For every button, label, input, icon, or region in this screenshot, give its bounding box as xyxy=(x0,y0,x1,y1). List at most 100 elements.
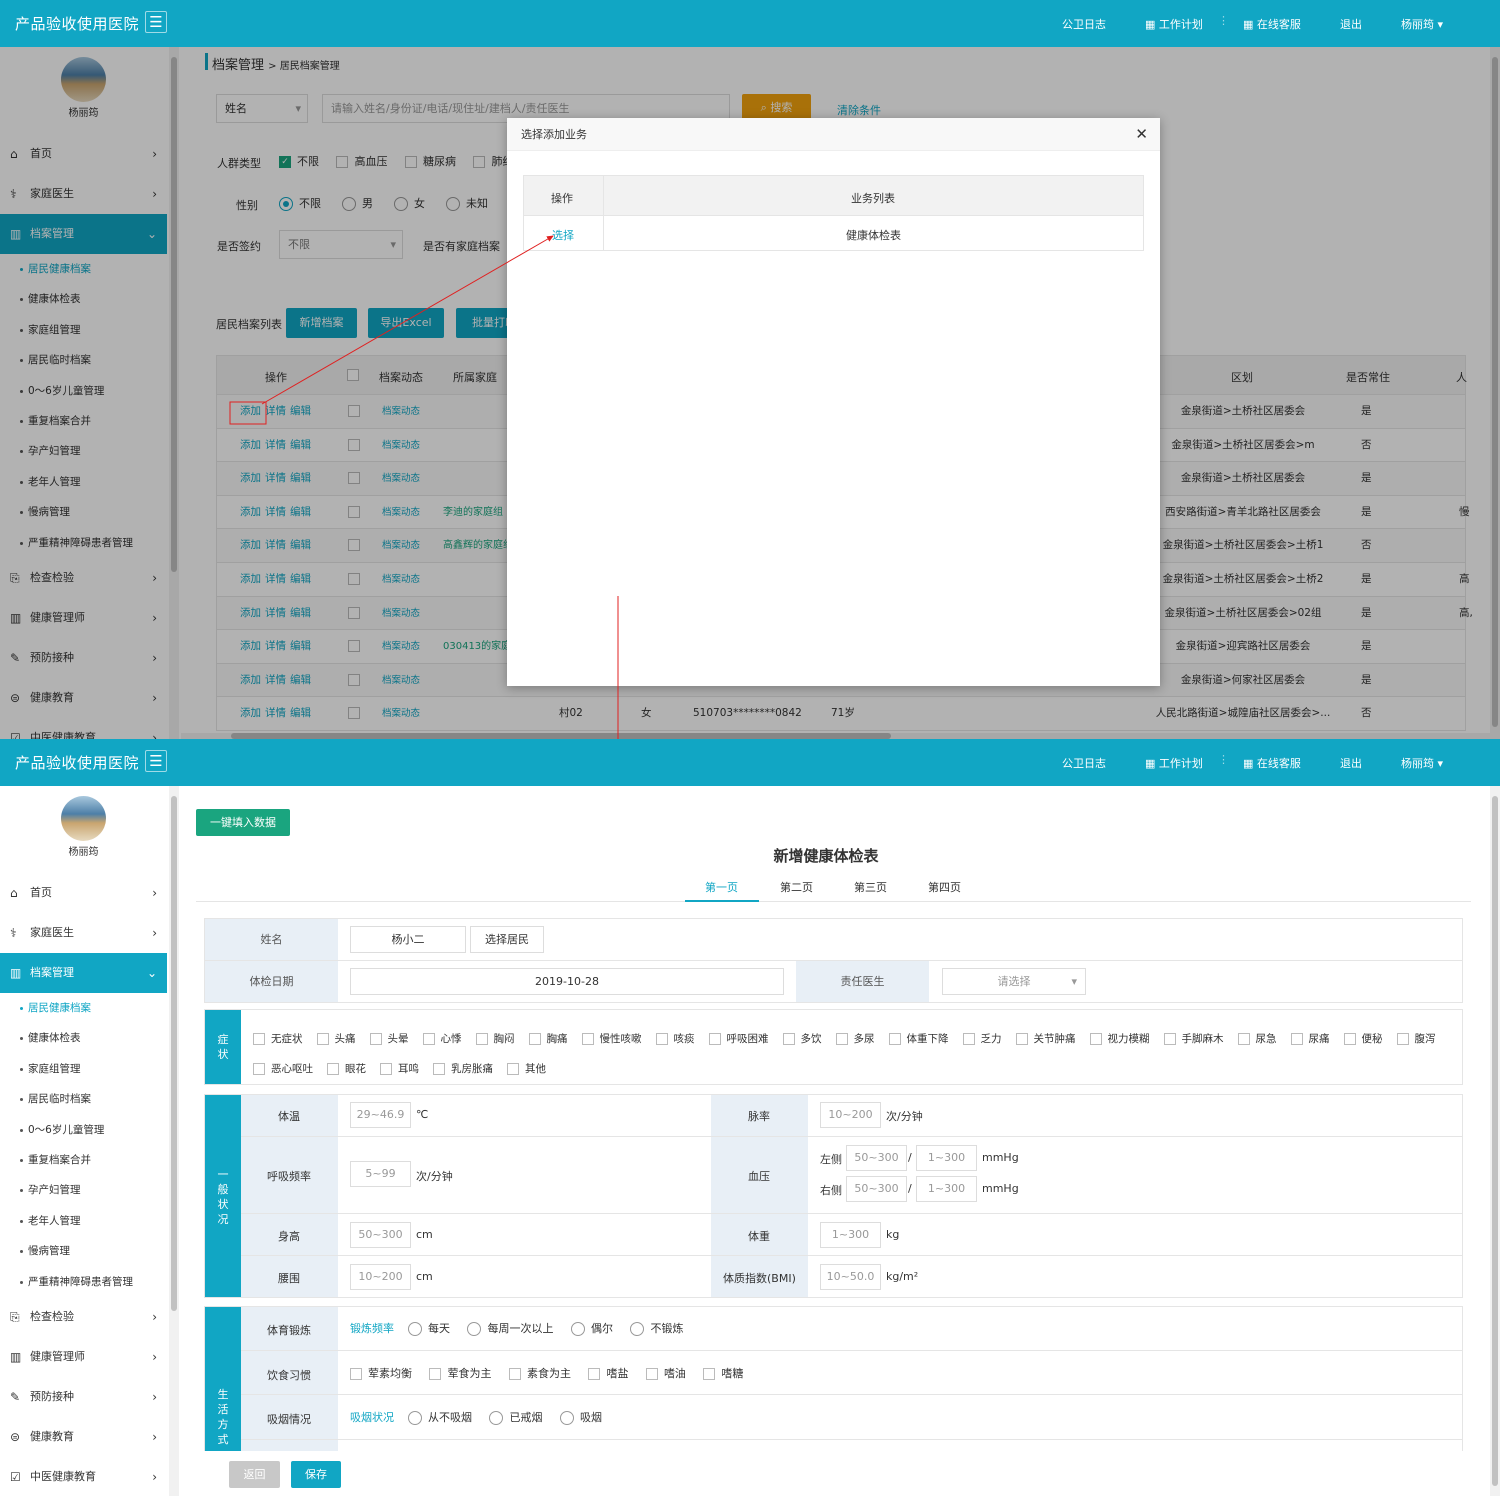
general-section-label: 一般状况 xyxy=(205,1095,241,1297)
nav-sub-health-exam[interactable]: 健康体检表 xyxy=(0,1023,167,1053)
exam-date-field[interactable]: 2019-10-28 xyxy=(350,968,784,995)
nav-item-health-manager[interactable]: ▥ 健康管理师 › xyxy=(0,1337,167,1377)
symptom-option[interactable]: 乏力 xyxy=(962,1024,1002,1054)
symptom-option[interactable]: 乳房胀痛 xyxy=(433,1054,493,1084)
nav-sub-temp-archive[interactable]: 居民临时档案 xyxy=(0,1084,167,1114)
symptom-section-label: 症状 xyxy=(205,1010,241,1084)
online-service-link[interactable]: ▦ 在线客服 xyxy=(1243,755,1301,771)
height-input[interactable]: 50~300 xyxy=(350,1222,411,1248)
symptom-option[interactable]: 头晕 xyxy=(369,1024,409,1054)
symptom-option[interactable]: 体重下降 xyxy=(888,1024,949,1054)
symptom-option[interactable]: 胸痛 xyxy=(528,1024,568,1054)
hamburger-menu-icon[interactable]: ☰ xyxy=(145,750,167,772)
nav-sub-maternal[interactable]: 孕产妇管理 xyxy=(0,1175,167,1205)
form-title: 新增健康体检表 xyxy=(773,847,879,865)
symptom-option[interactable]: 恶心呕吐 xyxy=(253,1054,313,1084)
nav-item-health-edu[interactable]: ⊜ 健康教育 › xyxy=(0,1417,167,1457)
tab-page-2[interactable]: 第二页 xyxy=(780,879,813,895)
nav-item-archives[interactable]: ▥ 档案管理 ⌄ xyxy=(0,953,167,993)
work-plan-link[interactable]: ▦ 工作计划 xyxy=(1145,16,1203,32)
smoking-radios[interactable]: 吸烟状况 从不吸烟 已戒烟 吸烟 xyxy=(350,1409,602,1425)
chart-icon: ▥ xyxy=(10,1349,22,1364)
nav-item-family-doctor[interactable]: ⚕ 家庭医生 › xyxy=(0,913,167,953)
symptom-option[interactable]: 其他 xyxy=(507,1054,546,1084)
public-log-link[interactable]: 公卫日志 xyxy=(1062,755,1106,771)
symptom-option[interactable]: 尿急 xyxy=(1237,1024,1277,1054)
tab-page-1[interactable]: 第一页 xyxy=(705,879,738,895)
nav-sub-resident-archive[interactable]: 居民健康档案 xyxy=(0,993,167,1023)
lab-icon: ⎘ xyxy=(10,1309,20,1324)
work-plan-link[interactable]: ▦ 工作计划 xyxy=(1145,755,1203,771)
waist-input[interactable]: 10~200 xyxy=(350,1264,411,1290)
save-button[interactable]: 保存 xyxy=(291,1461,341,1488)
sidebar-scrollbar-2[interactable] xyxy=(169,786,179,1496)
nav-sub-mental[interactable]: 严重精神障碍患者管理 xyxy=(0,1267,167,1297)
pulse-input[interactable]: 10~200 xyxy=(820,1102,881,1128)
symptom-option[interactable]: 无症状 xyxy=(253,1024,303,1054)
bp-right-diastolic-input[interactable]: 1~300 xyxy=(916,1176,977,1202)
bp-left-systolic-input[interactable]: 50~300 xyxy=(846,1145,907,1171)
symptom-option[interactable]: 视力模糊 xyxy=(1089,1024,1150,1054)
tab-page-3[interactable]: 第三页 xyxy=(854,879,887,895)
public-log-link[interactable]: 公卫日志 xyxy=(1062,16,1106,32)
symptom-option[interactable]: 眼花 xyxy=(327,1054,366,1084)
symptom-option[interactable]: 便秘 xyxy=(1343,1024,1383,1054)
respiration-input[interactable]: 5~99 xyxy=(350,1161,411,1187)
hamburger-menu-icon[interactable]: ☰ xyxy=(145,11,167,33)
nav-item-home[interactable]: ⌂ 首页 › xyxy=(0,873,167,913)
temperature-input[interactable]: 29~46.9 xyxy=(350,1102,411,1128)
weight-input[interactable]: 1~300 xyxy=(820,1222,881,1248)
bp-right-systolic-input[interactable]: 50~300 xyxy=(846,1176,907,1202)
symptom-option[interactable]: 多尿 xyxy=(835,1024,875,1054)
user-menu[interactable]: 杨丽筠 ▾ xyxy=(1401,16,1443,32)
exercise-radios[interactable]: 锻炼频率 每天 每周一次以上 偶尔 不锻炼 xyxy=(350,1320,683,1336)
archive-icon: ▥ xyxy=(10,966,22,980)
choose-link[interactable]: 选择 xyxy=(552,227,574,243)
symptom-option[interactable]: 慢性咳嗽 xyxy=(581,1024,642,1054)
chevron-down-icon: ⌄ xyxy=(146,966,157,980)
symptom-option[interactable]: 耳鸣 xyxy=(380,1054,419,1084)
header-bar-2: 产品验收使用医院 ☰ 公卫日志 ▦ 工作计划 ⋮ ▦ 在线客服 退出 杨丽筠 ▾ xyxy=(0,739,1500,786)
business-item: 健康体检表 xyxy=(846,229,901,242)
main-scrollbar-2[interactable] xyxy=(1490,786,1500,1496)
symptom-option[interactable]: 胸闷 xyxy=(475,1024,515,1054)
nav-sub-chronic[interactable]: 慢病管理 xyxy=(0,1236,167,1266)
symptom-option[interactable]: 咳痰 xyxy=(655,1024,695,1054)
nav-sub-elderly[interactable]: 老年人管理 xyxy=(0,1206,167,1236)
symptom-option[interactable]: 头痛 xyxy=(316,1024,356,1054)
nav-item-vaccination[interactable]: ✎ 预防接种 › xyxy=(0,1377,167,1417)
symptom-option[interactable]: 手脚麻木 xyxy=(1163,1024,1224,1054)
avatar xyxy=(61,796,106,841)
lifestyle-section-label: 生活方式 xyxy=(205,1307,241,1455)
back-button[interactable]: 返回 xyxy=(229,1461,280,1488)
logout-link[interactable]: 退出 xyxy=(1340,755,1362,771)
symptom-option[interactable]: 心悸 xyxy=(422,1024,462,1054)
nav-item-lab[interactable]: ⎘ 检查检验 › xyxy=(0,1297,167,1337)
symptom-option[interactable]: 关节肿痛 xyxy=(1015,1024,1076,1054)
doctor-select[interactable]: 请选择 ▾ xyxy=(942,968,1086,995)
nav-sub-merge[interactable]: 重复档案合并 xyxy=(0,1145,167,1175)
user-menu[interactable]: 杨丽筠 ▾ xyxy=(1401,755,1443,771)
symptom-checkboxes[interactable]: 无症状 头痛 头晕 心悸 胸闷 胸痛 慢性咳嗽 咳痰 呼吸困难 多饮 多尿 体重下降 乏力 关节肿痛 视力模… xyxy=(253,1024,1458,1084)
exam-form-page: 一键填入数据 新增健康体检表 第一页 第二页 第三页 第四页 姓名 体检日期 杨… xyxy=(181,786,1490,1496)
diet-checkboxes[interactable]: 荤素均衡 荤食为主 素食为主 嗜盐 嗜油 嗜糖 xyxy=(350,1365,743,1381)
dialog-title: 选择添加业务 xyxy=(507,118,1160,151)
nav-sub-child[interactable]: 0～6岁儿童管理 xyxy=(0,1115,167,1145)
nav-item-tcm-edu[interactable]: ☑ 中医健康教育 › xyxy=(0,1457,167,1496)
header-bar: 产品验收使用医院 ☰ 公卫日志 ▦ 工作计划 ⋮ ▦ 在线客服 退出 杨丽筠 ▾ xyxy=(0,0,1500,47)
sidebar-2: 杨丽筠 ⌂ 首页 › ⚕ 家庭医生 › ▥ 档案管理 ⌄ 居民健康档案 健康体检表 家庭组管… xyxy=(0,786,167,1496)
tab-page-4[interactable]: 第四页 xyxy=(928,879,961,895)
bmi-input[interactable]: 10~50.0 xyxy=(820,1264,881,1290)
online-service-link[interactable]: ▦ 在线客服 xyxy=(1243,16,1301,32)
symptom-option[interactable]: 多饮 xyxy=(782,1024,822,1054)
nav-sub-family-group[interactable]: 家庭组管理 xyxy=(0,1054,167,1084)
symptom-option[interactable]: 尿痛 xyxy=(1290,1024,1330,1054)
name-field[interactable]: 杨小二 xyxy=(350,926,466,953)
symptom-option[interactable]: 呼吸困难 xyxy=(708,1024,769,1054)
symptom-option[interactable]: 腹泻 xyxy=(1396,1024,1436,1054)
choose-resident-button[interactable]: 选择居民 xyxy=(470,926,544,953)
quick-fill-button[interactable]: 一键填入数据 xyxy=(196,809,290,836)
close-icon[interactable]: ✕ xyxy=(1135,125,1148,143)
logout-link[interactable]: 退出 xyxy=(1340,16,1362,32)
bp-left-diastolic-input[interactable]: 1~300 xyxy=(916,1145,977,1171)
